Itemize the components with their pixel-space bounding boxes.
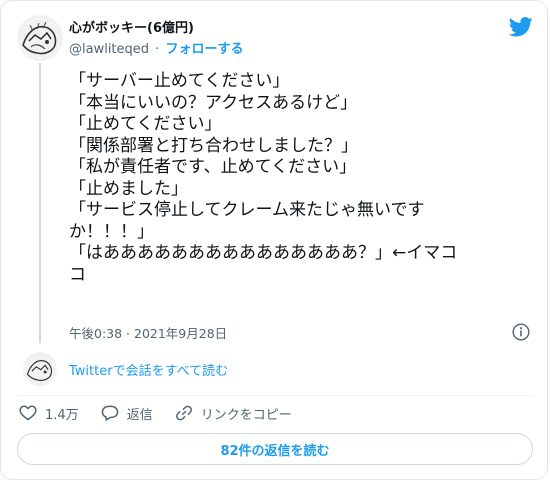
tweet-line: 「サービス停止してクレーム来たじゃ無いです [69,200,425,220]
author-meta: @lawliteqed · フォローする [69,38,243,57]
author-name[interactable]: 心がボッキー(6億円) [69,17,194,36]
conversation-avatar [23,352,57,386]
thread-line [39,63,41,343]
info-icon[interactable] [512,323,530,341]
tweet-line: か！！！」 [69,221,154,242]
tweet-line: 「サーバー止めてください」 [69,71,290,91]
action-bar: 1.4万 返信 リンクをコピー [19,403,314,423]
separator-dot: · [155,42,160,57]
twitter-bird-icon[interactable] [509,17,533,37]
tweet-line: 「関係部署と打ち合わせしました？」 [69,135,358,156]
read-conversation-link[interactable]: Twitterで会話をすべて読む [69,360,228,379]
read-replies-button[interactable]: 82件の返信を読む [17,433,533,465]
tweet-line: 「本当にいいの？アクセスあるけど」 [69,92,358,113]
author-handle[interactable]: @lawliteqed [69,42,149,57]
copy-link-button[interactable]: リンクをコピー [175,404,292,423]
like-button[interactable]: 1.4万 [19,404,79,423]
heart-icon [19,405,37,421]
tweet-line: 「はあああああああああああああああ？」←イマコ [69,243,458,263]
embedded-tweet-card: 心がボッキー(6億円) @lawliteqed · フォローする 「サーバー止め… [0,0,548,480]
tweet-line: コ [69,264,86,285]
tweet-line: 「止めてください」 [69,114,222,134]
reply-button[interactable]: 返信 [101,404,153,423]
author-avatar[interactable] [17,15,63,61]
copy-link-label: リンクをコピー [200,407,292,423]
tweet-text: 「サーバー止めてください」 「本当にいいの？アクセスあるけど」 「止めてください… [69,71,509,286]
reply-label: 返信 [126,407,153,423]
follow-button[interactable]: フォローする [165,42,243,57]
tweet-line: 「止めました」 [69,178,188,199]
like-count: 1.4万 [45,407,79,423]
speech-bubble-icon [101,405,119,421]
tweet-line: 「私が責任者です、止めてください」 [69,157,357,177]
link-icon [175,405,192,421]
tweet-timestamp[interactable]: 午後0:38 · 2021年9月28日 [69,323,227,342]
divider [17,395,533,396]
